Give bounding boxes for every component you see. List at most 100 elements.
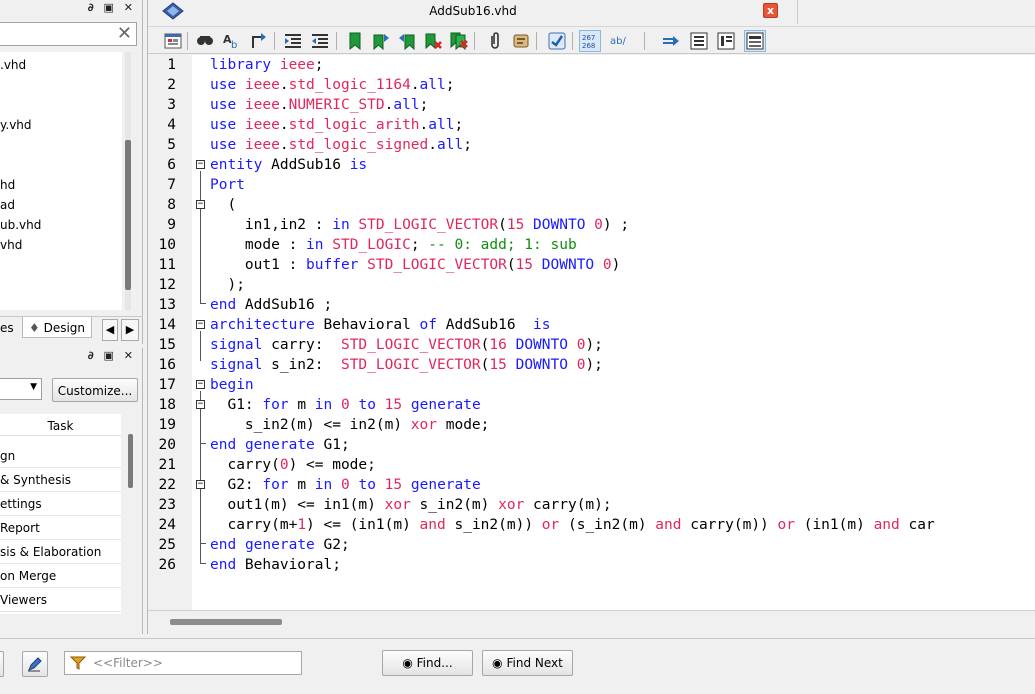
close-button[interactable]: x <box>763 3 778 18</box>
line-numbers-toggle[interactable]: 267 268 <box>579 30 601 52</box>
line-number: 2 <box>167 77 176 93</box>
open-file-icon[interactable] <box>162 30 184 52</box>
file-list: .vhd y.vhd hd ad ub.vhd vhd <box>0 52 122 310</box>
pane-window-buttons[interactable]: ∂ ▣ ✕ <box>88 1 136 14</box>
list-item[interactable]: vhd <box>0 238 22 252</box>
pane-header: ∂ ▣ ✕ <box>0 348 142 366</box>
list-item[interactable]: ub.vhd <box>0 218 41 232</box>
code-line: use ieee.NUMERIC_STD.all; <box>210 97 429 113</box>
search-input[interactable]: ✕ <box>0 22 137 46</box>
code-line: ( <box>210 197 237 213</box>
fold-toggle[interactable]: − <box>196 400 205 409</box>
tab-files[interactable]: es <box>0 321 14 335</box>
filter-input[interactable]: <<Filter>> <box>64 651 302 675</box>
bookmark-icon[interactable] <box>344 30 366 52</box>
table-row[interactable]: ettings <box>0 492 121 516</box>
filter-settings-button[interactable] <box>22 651 48 677</box>
fold-toggle[interactable]: − <box>196 200 205 209</box>
clear-bookmarks-icon[interactable] <box>448 30 470 52</box>
code-line: signal carry: STD_LOGIC_VECTOR(16 DOWNTO… <box>210 337 603 353</box>
fold-toggle[interactable]: − <box>196 480 205 489</box>
indent-icon[interactable] <box>282 30 304 52</box>
svg-text:268: 268 <box>582 42 595 50</box>
word-wrap-icon[interactable]: ab/ <box>608 30 630 52</box>
list-item[interactable]: .vhd <box>0 58 26 72</box>
attach-icon[interactable] <box>484 30 506 52</box>
code-line: use ieee.std_logic_1164.all; <box>210 77 455 93</box>
replace-icon[interactable]: Ab <box>221 30 243 52</box>
bottom-toolbar: <<Filter>> ◉ Find... ◉ Find Next <box>0 638 1035 694</box>
line-number: 14 <box>158 317 176 333</box>
svg-text:267: 267 <box>582 34 595 42</box>
customize-button[interactable]: Customize... <box>52 378 138 402</box>
outdent-icon[interactable] <box>309 30 331 52</box>
fold-end <box>200 443 206 444</box>
line-number: 7 <box>167 177 176 193</box>
code-line: s_in2(m) <= in2(m) xor mode; <box>210 417 490 433</box>
chevron-left-icon: ◀ <box>105 323 115 336</box>
task-table: Task gn & Synthesis ettings Report sis &… <box>0 414 121 614</box>
table-row[interactable]: Report <box>0 516 121 540</box>
table-row[interactable]: & Synthesis <box>0 468 121 492</box>
code-text-area[interactable]: 1 2 3 4 5 6 7 8 9 10 11 12 13 14 15 16 17 18 19 20 21 22 23 24 2… <box>148 55 1035 610</box>
tab-scroll-right-button[interactable]: ▶ <box>121 319 139 341</box>
tab-scroll-left-button[interactable]: ◀ <box>102 319 118 341</box>
table-row[interactable]: gn <box>0 444 121 468</box>
template-icon[interactable] <box>510 30 532 52</box>
line-number: 1 <box>167 57 176 73</box>
syntax-check-icon[interactable] <box>546 30 568 52</box>
pane-window-buttons[interactable]: ∂ ▣ ✕ <box>88 349 136 362</box>
table-row[interactable]: sis & Elaboration <box>0 540 121 564</box>
remove-bookmark-icon[interactable] <box>422 30 444 52</box>
find-button[interactable]: ◉ Find... <box>382 650 473 676</box>
task-column-header: Task <box>0 414 121 436</box>
fold-toggle[interactable]: − <box>196 320 205 329</box>
line-number: 22 <box>158 477 176 493</box>
code-line: in1,in2 : in STD_LOGIC_VECTOR(15 DOWNTO … <box>210 217 630 233</box>
editor-titlebar: AddSub16.vhd x <box>148 0 798 24</box>
scrollbar-thumb[interactable] <box>170 619 282 625</box>
code-line: G2: for m in 0 to 15 generate <box>210 477 481 493</box>
toolbar-separator <box>187 32 188 50</box>
document-view-icon[interactable] <box>688 30 710 52</box>
next-bookmark-icon[interactable] <box>370 30 392 52</box>
code-line: end AddSub16 ; <box>210 297 333 313</box>
clipped-button[interactable] <box>0 651 4 677</box>
find-button-label: Find... <box>416 656 453 670</box>
code-line: use ieee.std_logic_signed.all; <box>210 137 472 153</box>
flow-select[interactable]: ▼ <box>0 378 42 400</box>
tab-design-label: Design <box>43 321 86 335</box>
previous-bookmark-icon[interactable] <box>396 30 418 52</box>
split-view-icon[interactable] <box>715 30 737 52</box>
svg-text:b: b <box>231 40 237 51</box>
list-item[interactable]: y.vhd <box>0 118 32 132</box>
scrollbar-thumb[interactable] <box>125 140 131 290</box>
line-number: 5 <box>167 137 176 153</box>
code-line: library ieee; <box>210 57 324 73</box>
line-number: 10 <box>158 237 176 253</box>
full-view-toggle[interactable] <box>744 30 766 52</box>
fold-toggle[interactable]: − <box>196 160 205 169</box>
project-navigator-pane: ∂ ▣ ✕ ✕ .vhd y.vhd hd ad ub.vhd vhd es ♦… <box>0 0 143 344</box>
goto-line-icon[interactable] <box>248 30 270 52</box>
table-row[interactable]: on Merge <box>0 564 121 588</box>
find-next-button[interactable]: ◉ Find Next <box>482 650 573 676</box>
tab-design[interactable]: ♦ Design <box>22 317 93 338</box>
list-item[interactable]: ad <box>0 198 15 212</box>
fold-toggle[interactable]: − <box>196 380 205 389</box>
line-number: 11 <box>158 257 176 273</box>
horizontal-scrollbar[interactable] <box>148 610 1035 634</box>
line-number: 8 <box>167 197 176 213</box>
clear-search-icon[interactable]: ✕ <box>117 23 132 45</box>
find-icon[interactable] <box>194 30 216 52</box>
vertical-scrollbar[interactable] <box>125 52 131 310</box>
fold-end <box>200 543 206 544</box>
design-icon: ♦ <box>29 321 40 335</box>
line-number: 21 <box>158 457 176 473</box>
table-row[interactable]: Viewers <box>0 588 121 612</box>
code-line: carry(m+1) <= (in1(m) and s_in2(m)) or (… <box>210 517 935 533</box>
split-arrow-icon[interactable] <box>660 30 682 52</box>
code-line: end generate G2; <box>210 537 350 553</box>
scrollbar-thumb[interactable] <box>128 434 133 488</box>
list-item[interactable]: hd <box>0 178 15 192</box>
